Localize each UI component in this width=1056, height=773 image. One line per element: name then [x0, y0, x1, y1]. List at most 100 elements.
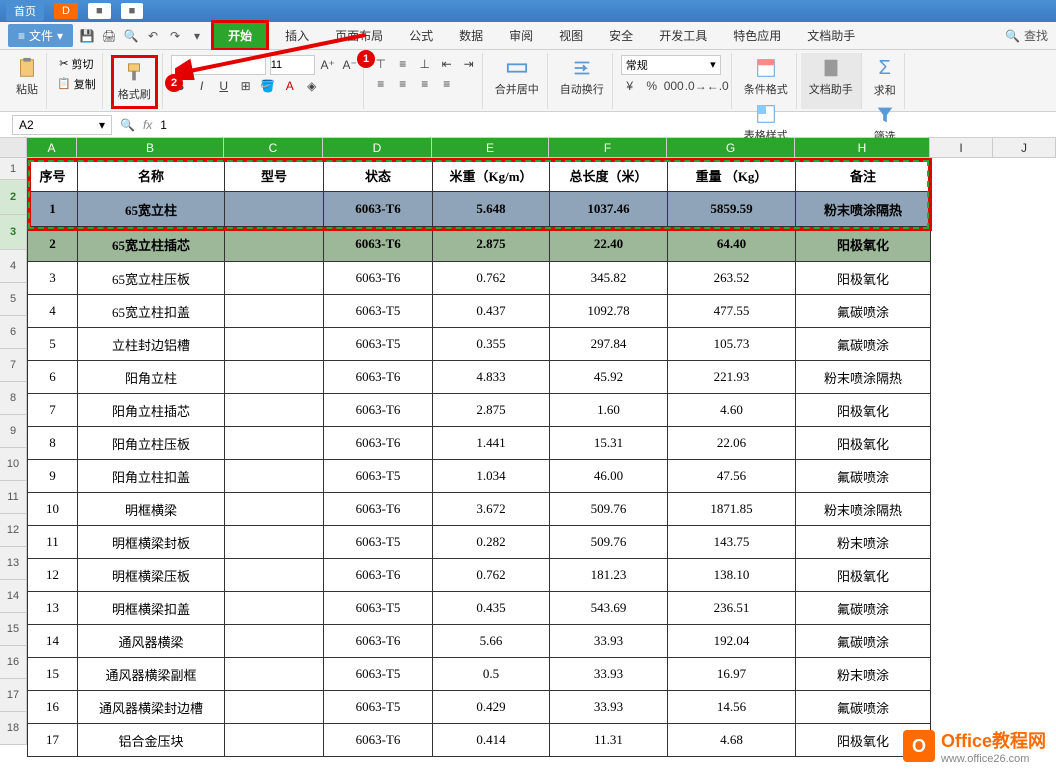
cell[interactable]: 1	[28, 192, 78, 227]
cell[interactable]	[225, 192, 324, 227]
cell[interactable]: 阳角立柱	[78, 361, 225, 394]
cell[interactable]: 阳角立柱压板	[78, 427, 225, 460]
cell[interactable]: 33.93	[550, 658, 668, 691]
cell[interactable]: 阳极氧化	[796, 427, 931, 460]
cell[interactable]: 4.60	[668, 394, 796, 427]
tab-layout[interactable]: 页面布局	[325, 24, 393, 47]
row-header[interactable]: 4	[0, 250, 27, 283]
cell[interactable]: 阳极氧化	[796, 262, 931, 295]
cell[interactable]: 粉末喷涂隔热	[796, 361, 931, 394]
cell[interactable]: 6063-T5	[324, 295, 433, 328]
row-header[interactable]: 14	[0, 580, 27, 613]
cell[interactable]: 16	[28, 691, 78, 724]
number-format-select[interactable]: 常规▾	[621, 55, 721, 75]
fx-label[interactable]: fx	[143, 118, 152, 132]
cell[interactable]: 6063-T6	[324, 262, 433, 295]
cell[interactable]: 105.73	[668, 328, 796, 361]
cell[interactable]: 氟碳喷涂	[796, 625, 931, 658]
table-row[interactable]: 11明框横梁封板6063-T50.282509.76143.75粉末喷涂	[28, 526, 931, 559]
align-right-icon[interactable]: ≡	[416, 75, 434, 93]
cell[interactable]: 阳角立柱扣盖	[78, 460, 225, 493]
row-header[interactable]: 1	[0, 158, 27, 180]
tab-view[interactable]: 视图	[549, 24, 593, 47]
align-bottom-icon[interactable]: ⊥	[416, 55, 434, 73]
cell[interactable]: 345.82	[550, 262, 668, 295]
merge-button[interactable]: 合并居中	[491, 55, 543, 99]
cell[interactable]: 65宽立柱扣盖	[78, 295, 225, 328]
border-icon[interactable]: ⊞	[237, 77, 255, 95]
cell[interactable]: 6063-T6	[324, 427, 433, 460]
cell[interactable]: 33.93	[550, 691, 668, 724]
currency-icon[interactable]: ¥	[621, 77, 639, 95]
cell[interactable]: 阳极氧化	[796, 559, 931, 592]
cell[interactable]: 6063-T6	[324, 192, 433, 227]
percent-icon[interactable]: %	[643, 77, 661, 95]
wrap-button[interactable]: 自动换行	[556, 55, 608, 99]
cell[interactable]: 2.875	[433, 227, 550, 262]
cell[interactable]	[225, 526, 324, 559]
cell[interactable]: 6063-T6	[324, 227, 433, 262]
table-row[interactable]: 16通风器横梁封边槽6063-T50.42933.9314.56氟碳喷涂	[28, 691, 931, 724]
row-header[interactable]: 5	[0, 283, 27, 316]
cell[interactable]: 0.437	[433, 295, 550, 328]
formula-input[interactable]	[160, 118, 1044, 132]
table-row[interactable]: 465宽立柱扣盖6063-T50.4371092.78477.55氟碳喷涂	[28, 295, 931, 328]
cell[interactable]: 65宽立柱插芯	[78, 227, 225, 262]
doc-helper-button[interactable]: 文档助手	[805, 55, 857, 99]
col-header-F[interactable]: F	[549, 138, 667, 157]
cell[interactable]: 6063-T6	[324, 361, 433, 394]
table-row[interactable]: 9阳角立柱扣盖6063-T51.03446.0047.56氟碳喷涂	[28, 460, 931, 493]
cell[interactable]: 181.23	[550, 559, 668, 592]
row-header[interactable]: 15	[0, 613, 27, 646]
cell[interactable]	[225, 493, 324, 526]
cell[interactable]: 22.40	[550, 227, 668, 262]
table-row[interactable]: 6阳角立柱6063-T64.83345.92221.93粉末喷涂隔热	[28, 361, 931, 394]
th[interactable]: 状态	[324, 159, 433, 192]
cell[interactable]: 22.06	[668, 427, 796, 460]
cell[interactable]: 4.833	[433, 361, 550, 394]
cell[interactable]: 氟碳喷涂	[796, 328, 931, 361]
cell[interactable]: 5.66	[433, 625, 550, 658]
align-justify-icon[interactable]: ≡	[438, 75, 456, 93]
fill-color-icon[interactable]: 🪣	[259, 77, 277, 95]
cell[interactable]: 7	[28, 394, 78, 427]
col-header-A[interactable]: A	[27, 138, 77, 157]
cell[interactable]: 14	[28, 625, 78, 658]
cell[interactable]: 6063-T6	[324, 625, 433, 658]
row-header[interactable]: 8	[0, 382, 27, 415]
cell[interactable]: 221.93	[668, 361, 796, 394]
cell[interactable]: 45.92	[550, 361, 668, 394]
cell[interactable]: 477.55	[668, 295, 796, 328]
cell[interactable]: 5	[28, 328, 78, 361]
cell[interactable]: 6063-T5	[324, 526, 433, 559]
comma-icon[interactable]: 000	[665, 77, 683, 95]
cell[interactable]: 3.672	[433, 493, 550, 526]
cell[interactable]: 通风器横梁封边槽	[78, 691, 225, 724]
align-left-icon[interactable]: ≡	[372, 75, 390, 93]
data-table[interactable]: 序号 名称 型号 状态 米重（Kg/m） 总长度（米） 重量 （Kg） 备注 1…	[27, 158, 931, 757]
table-row[interactable]: 165宽立柱6063-T65.6481037.465859.59粉末喷涂隔热	[28, 192, 931, 227]
th[interactable]: 重量 （Kg）	[668, 159, 796, 192]
cell[interactable]: 17	[28, 724, 78, 757]
tab-review[interactable]: 审阅	[499, 24, 543, 47]
cell[interactable]: 64.40	[668, 227, 796, 262]
th[interactable]: 总长度（米）	[550, 159, 668, 192]
table-header-row[interactable]: 序号 名称 型号 状态 米重（Kg/m） 总长度（米） 重量 （Kg） 备注	[28, 159, 931, 192]
decrease-font-icon[interactable]: A⁻	[341, 56, 359, 74]
cell[interactable]: 1.441	[433, 427, 550, 460]
cell[interactable]: 粉末喷涂隔热	[796, 192, 931, 227]
tab-doc1[interactable]: D	[54, 3, 78, 19]
cell[interactable]: 236.51	[668, 592, 796, 625]
cell[interactable]: 297.84	[550, 328, 668, 361]
cond-format-button[interactable]: 条件格式	[740, 55, 792, 99]
col-header-D[interactable]: D	[323, 138, 432, 157]
cell[interactable]: 6063-T5	[324, 460, 433, 493]
table-row[interactable]: 8阳角立柱压板6063-T61.44115.3122.06阳极氧化	[28, 427, 931, 460]
select-all-corner[interactable]	[0, 138, 27, 157]
cell[interactable]: 6063-T6	[324, 559, 433, 592]
cell[interactable]: 138.10	[668, 559, 796, 592]
row-header[interactable]: 9	[0, 415, 27, 448]
row-header[interactable]: 17	[0, 679, 27, 712]
cell[interactable]: 6063-T5	[324, 592, 433, 625]
qat-dropdown-icon[interactable]: ▾	[189, 28, 205, 44]
